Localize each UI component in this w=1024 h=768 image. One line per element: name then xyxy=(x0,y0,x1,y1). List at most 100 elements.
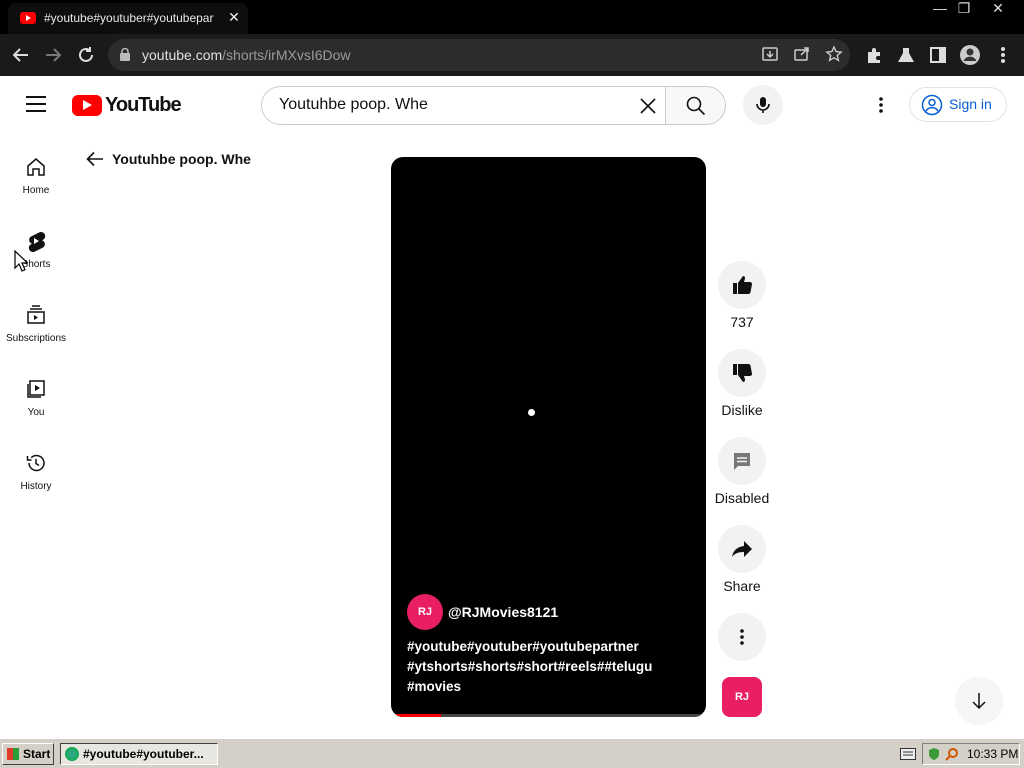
sign-in-label: Sign in xyxy=(949,96,992,112)
loading-spinner-icon xyxy=(528,409,535,416)
description-line: #youtube#youtuber#youtubepartner xyxy=(407,639,639,654)
thumbs-up-icon xyxy=(733,276,753,295)
sidebar-item-label: History xyxy=(20,481,52,492)
mouse-cursor-icon xyxy=(14,250,28,272)
channel-avatar[interactable]: RJ xyxy=(407,594,443,630)
start-button[interactable]: Start xyxy=(2,743,54,765)
search-input[interactable]: Youtuhbe poop. Whe xyxy=(261,86,666,125)
back-label: Youtuhbe poop. Whe xyxy=(112,151,251,167)
sidebar-item-label: You xyxy=(27,407,45,418)
url-path: /shorts/irMXvsI6Dow xyxy=(222,47,351,63)
settings-more-icon[interactable] xyxy=(870,94,892,116)
install-app-icon[interactable] xyxy=(760,45,780,65)
sign-in-button[interactable]: Sign in xyxy=(909,87,1007,122)
search-query: Youtuhbe poop. Whe xyxy=(279,96,428,113)
more-vertical-icon xyxy=(740,629,744,645)
os-taskbar: Start #youtube#youtuber... 10:33 PM xyxy=(0,738,1024,768)
extensions-icon[interactable] xyxy=(861,42,887,68)
sidebar-item-shorts[interactable]: Shorts xyxy=(0,228,72,298)
taskbar-browser-item[interactable]: #youtube#youtuber... xyxy=(60,743,218,765)
install-svg xyxy=(762,47,778,61)
shield-tray-icon[interactable] xyxy=(927,747,941,761)
reload-icon xyxy=(79,47,93,62)
share-button[interactable] xyxy=(718,525,766,573)
comment-icon xyxy=(734,453,750,470)
video-progress-bar[interactable] xyxy=(391,714,706,717)
profile-avatar-icon[interactable] xyxy=(957,42,983,68)
back-arrow-icon xyxy=(12,48,28,62)
side-panel-icon[interactable] xyxy=(925,42,951,68)
browser-app-icon xyxy=(65,747,79,761)
sound-thumbnail[interactable]: RJ xyxy=(722,677,762,717)
side-panel-svg xyxy=(930,47,946,63)
logo-text: YouTube xyxy=(105,94,182,116)
vertical-dots-svg xyxy=(879,97,883,113)
sidebar-item-home[interactable]: Home xyxy=(0,154,72,224)
reload-button[interactable] xyxy=(73,42,99,68)
account-circle-icon xyxy=(921,94,943,116)
tab-title: #youtube#youtuber#youtubepartne xyxy=(44,11,214,25)
youtube-favicon-icon xyxy=(20,12,36,24)
description-line: #ytshorts#shorts#short#reels##telugu xyxy=(407,659,653,674)
close-window-button[interactable]: ✕ xyxy=(981,0,1015,18)
lock-icon xyxy=(120,48,130,61)
bookmark-star-icon[interactable] xyxy=(824,45,844,65)
progress-fill xyxy=(391,714,442,717)
share-page-svg xyxy=(794,47,809,61)
like-button[interactable] xyxy=(718,261,766,309)
forward-button[interactable] xyxy=(40,42,66,68)
sidebar-item-label: Home xyxy=(22,185,50,196)
browser-tab[interactable]: #youtube#youtuber#youtubepartne ✕ xyxy=(8,3,248,34)
sidebar-item-subscriptions[interactable]: Subscriptions xyxy=(0,302,72,372)
thumbs-down-icon xyxy=(733,363,753,382)
search-button[interactable] xyxy=(665,86,726,125)
voice-search-button[interactable] xyxy=(743,85,783,125)
shorts-icon xyxy=(28,232,46,252)
channel-name[interactable]: @RJMovies8121 xyxy=(448,604,558,620)
url-text: youtube.com/shorts/irMXvsI6Dow xyxy=(142,47,351,63)
youtube-header: YouTube Youtuhbe poop. Whe Sign in xyxy=(0,76,1024,134)
dislike-label: Dislike xyxy=(721,402,763,418)
address-bar[interactable]: youtube.com/shorts/irMXvsI6Dow xyxy=(108,39,850,71)
search-icon xyxy=(686,96,706,116)
comments-button[interactable] xyxy=(718,437,766,485)
back-button[interactable] xyxy=(8,42,34,68)
shorts-video-player[interactable]: RJ @RJMovies8121 #youtube#youtuber#youtu… xyxy=(391,157,706,717)
sidebar-item-history[interactable]: History xyxy=(0,450,72,520)
dislike-button[interactable] xyxy=(718,349,766,397)
sidebar-item-label: Shorts xyxy=(21,259,51,270)
microphone-icon xyxy=(756,97,770,113)
sidebar-item-label: Subscriptions xyxy=(5,333,67,344)
flask-svg xyxy=(898,48,914,62)
next-video-button[interactable] xyxy=(955,677,1003,725)
kebab-svg xyxy=(1001,47,1005,63)
description-line: #movies xyxy=(407,679,462,694)
forward-arrow-icon xyxy=(46,48,62,62)
hamburger-menu-icon[interactable] xyxy=(26,96,46,112)
youtube-logo[interactable]: YouTube xyxy=(72,94,182,116)
share-page-icon[interactable] xyxy=(792,45,812,65)
clear-x-svg xyxy=(640,98,656,114)
video-description: #youtube#youtuber#youtubepartner #ytshor… xyxy=(407,637,697,697)
subscriptions-icon xyxy=(27,305,45,324)
windows-logo-icon xyxy=(7,748,19,760)
you-icon xyxy=(27,380,45,398)
history-icon xyxy=(26,454,45,472)
keyboard-icon[interactable] xyxy=(900,748,916,760)
share-label: Share xyxy=(723,578,761,594)
magnifier-tray-icon[interactable] xyxy=(945,747,959,761)
url-host: youtube.com xyxy=(142,47,223,63)
browser-menu-icon[interactable] xyxy=(990,42,1016,68)
tab-close-icon[interactable]: ✕ xyxy=(226,9,242,25)
restore-button[interactable]: ❐ xyxy=(947,0,981,18)
more-actions-button[interactable] xyxy=(718,613,766,661)
star-svg xyxy=(825,45,843,62)
share-arrow-icon xyxy=(732,541,752,557)
browser-title-bar: #youtube#youtuber#youtubepartne ✕ — ❐ ✕ xyxy=(0,0,1024,34)
clear-search-icon[interactable] xyxy=(636,94,660,118)
sidebar-item-you[interactable]: You xyxy=(0,376,72,446)
like-count: 737 xyxy=(730,314,754,330)
arrow-down-icon xyxy=(972,693,986,710)
labs-flask-icon[interactable] xyxy=(893,42,919,68)
home-icon xyxy=(27,158,45,176)
